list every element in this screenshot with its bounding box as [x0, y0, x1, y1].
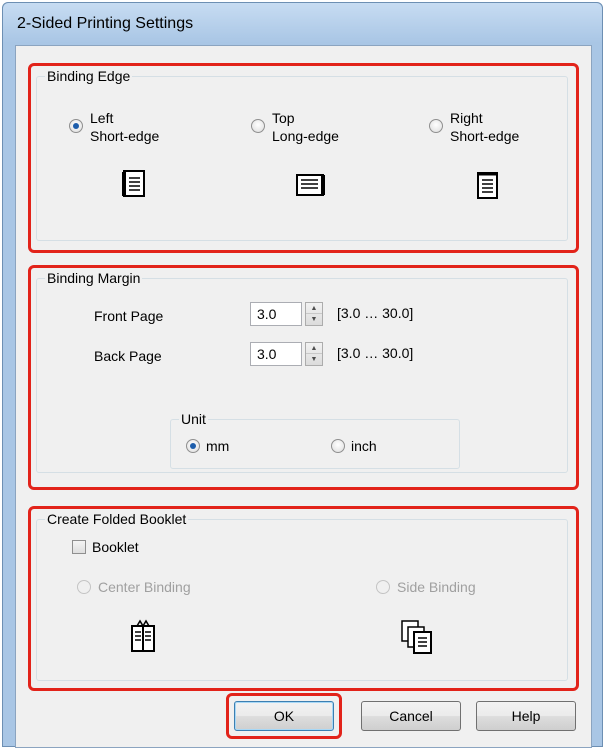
- side-binding-booklet-icon: [401, 620, 432, 654]
- radio-unit-inch[interactable]: [331, 439, 345, 453]
- dialog-client-area: Binding Edge Left Short-edge Top Long-ed…: [15, 45, 592, 748]
- cancel-button[interactable]: Cancel: [361, 701, 461, 731]
- radio-right-short-edge[interactable]: [429, 119, 443, 133]
- page-top-binding-icon: [296, 174, 325, 196]
- back-page-spinner[interactable]: ▲ ▼: [305, 342, 323, 366]
- dialog-window: 2-Sided Printing Settings Binding Edge L…: [2, 2, 603, 748]
- ok-button[interactable]: OK: [234, 701, 334, 731]
- short-edge-label-left: Short-edge: [90, 128, 160, 144]
- top-label: Top: [272, 110, 295, 126]
- unit-mm-label: mm: [206, 438, 230, 454]
- center-binding-label: Center Binding: [98, 579, 191, 595]
- binding-edge-label: Binding Edge: [45, 68, 133, 84]
- front-page-range: [3.0 … 30.0]: [337, 305, 414, 321]
- booklet-label: Booklet: [92, 539, 139, 555]
- center-binding-booklet-icon: [131, 619, 155, 652]
- binding-margin-label: Binding Margin: [45, 270, 143, 286]
- help-button[interactable]: Help: [476, 701, 576, 731]
- page-right-binding-icon: [477, 172, 498, 199]
- spinner-up-icon[interactable]: ▲: [306, 303, 322, 314]
- front-page-input[interactable]: 3.0: [250, 302, 302, 326]
- long-edge-label: Long-edge: [272, 128, 339, 144]
- page-left-binding-icon: [122, 170, 145, 197]
- back-page-range: [3.0 … 30.0]: [337, 345, 414, 361]
- back-page-input[interactable]: 3.0: [250, 342, 302, 366]
- title-bar[interactable]: 2-Sided Printing Settings: [3, 3, 602, 43]
- unit-inch-label: inch: [351, 438, 377, 454]
- dialog-title: 2-Sided Printing Settings: [17, 15, 194, 32]
- side-binding-label: Side Binding: [397, 579, 476, 595]
- folded-booklet-label: Create Folded Booklet: [45, 511, 189, 527]
- booklet-checkbox[interactable]: [72, 540, 86, 554]
- spinner-down-icon[interactable]: ▼: [306, 354, 322, 365]
- right-label: Right: [450, 110, 483, 126]
- front-page-spinner[interactable]: ▲ ▼: [305, 302, 323, 326]
- radio-center-binding[interactable]: [77, 580, 91, 594]
- binding-edge-group: Binding Edge: [36, 68, 568, 241]
- radio-left-short-edge[interactable]: [69, 119, 83, 133]
- short-edge-label-right: Short-edge: [450, 128, 520, 144]
- front-page-label: Front Page: [94, 308, 164, 324]
- spinner-down-icon[interactable]: ▼: [306, 314, 322, 325]
- left-label: Left: [90, 110, 114, 126]
- back-page-label: Back Page: [94, 348, 162, 364]
- radio-side-binding[interactable]: [376, 580, 390, 594]
- spinner-up-icon[interactable]: ▲: [306, 343, 322, 354]
- radio-unit-mm[interactable]: [186, 439, 200, 453]
- unit-label: Unit: [179, 411, 208, 427]
- radio-top-long-edge[interactable]: [251, 119, 265, 133]
